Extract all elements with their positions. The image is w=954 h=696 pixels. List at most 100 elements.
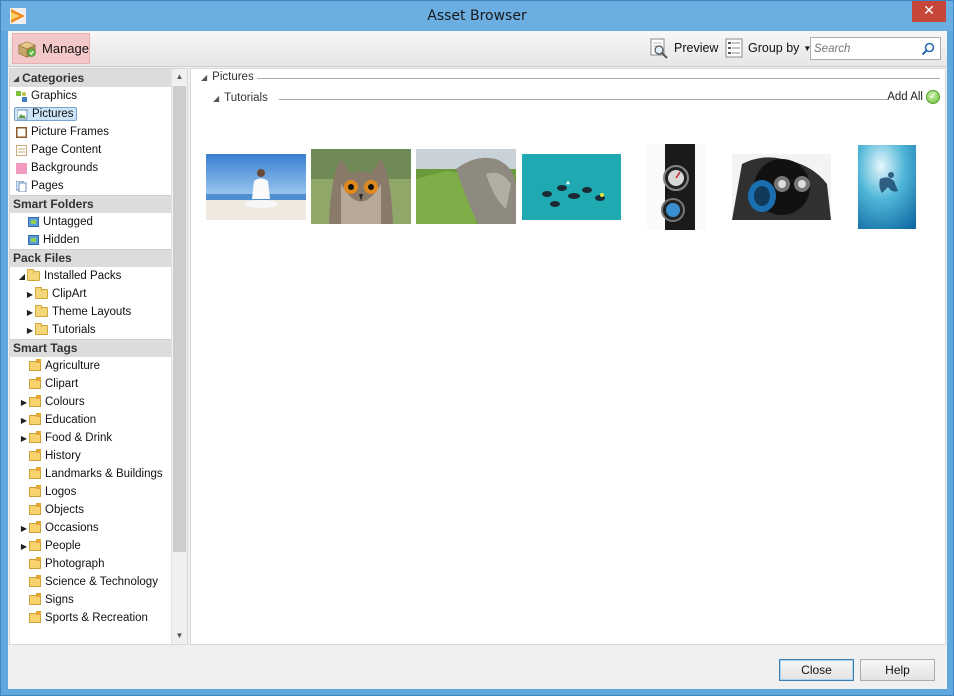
rocky-field-thumbnail[interactable] [416,149,516,224]
sidebar-item-smart-tag[interactable]: ▶ Food & Drink [10,429,171,447]
tag-folder-icon [29,413,41,425]
sidebar-item-smart-tag[interactable]: Sports & Recreation [10,609,171,627]
sidebar-scrollbar[interactable]: ▲ ▼ [171,69,187,644]
asset-browser-window: Asset Browser ✕ Manage Preview Group by … [0,0,954,696]
subgroup-header-tutorials[interactable]: ◢ Tutorials [213,92,268,104]
tag-folder-icon [29,539,41,551]
search-icon[interactable] [920,41,936,57]
sidebar-item-smart-tag[interactable]: ▶ Occasions [10,519,171,537]
manage-box-icon [17,40,37,58]
graphics-icon [16,90,27,102]
sidebar-item-backgrounds[interactable]: Backgrounds [10,159,171,177]
owl-thumbnail[interactable] [311,149,411,224]
window-close-button[interactable]: ✕ [912,1,946,22]
scroll-down-icon[interactable]: ▼ [172,628,187,644]
tag-folder-icon [29,575,41,587]
expand-triangle-icon[interactable]: ▶ [26,290,34,299]
section-header-pack-files[interactable]: Pack Files [10,249,171,267]
sidebar-item-label: Logos [45,486,77,498]
expand-triangle-icon[interactable]: ▶ [20,416,28,425]
collapse-triangle-icon[interactable]: ◢ [18,272,26,281]
expand-triangle-icon[interactable]: ▶ [26,308,34,317]
preview-label: Preview [674,41,719,55]
group-by-button[interactable]: Group by ▼ [724,36,811,60]
collapse-triangle-icon: ◢ [201,72,208,82]
sidebar-item-smart-tag[interactable]: Agriculture [10,357,171,375]
sidebar-item-untagged[interactable]: Untagged [10,213,171,231]
sidebar-item-label: ClipArt [52,288,87,300]
sidebar-item-smart-tag[interactable]: Logos [10,483,171,501]
sidebar-item-label: History [45,450,81,462]
sidebar-item-label: Colours [45,396,85,408]
sidebar-item-label: Tutorials [52,324,96,336]
sidebar-item-hidden[interactable]: Hidden [10,231,171,249]
pictures-icon [17,109,28,119]
sidebar-item-label: Clipart [45,378,79,390]
scroll-up-icon[interactable]: ▲ [172,69,187,85]
help-button[interactable]: Help [860,659,935,681]
manage-label: Manage [42,41,89,56]
folder-icon [35,323,48,335]
sidebar-item-theme-layouts[interactable]: ▶ Theme Layouts [10,303,171,321]
section-header-smart-tags[interactable]: Smart Tags [10,339,171,357]
section-title: Categories [22,70,85,85]
sidebar-item-clipart-pack[interactable]: ▶ ClipArt [10,285,171,303]
sidebar-item-smart-tag[interactable]: Landmarks & Buildings [10,465,171,483]
search-input[interactable] [814,40,920,57]
sidebar-item-tutorials-pack[interactable]: ▶ Tutorials [10,321,171,339]
smart-folder-icon [28,217,39,227]
tag-folder-icon [29,449,41,461]
sidebar-item-smart-tag[interactable]: Signs [10,591,171,609]
diver-blue-thumbnail[interactable] [858,145,916,229]
search-box [810,37,941,60]
sidebar-item-label: Hidden [43,234,80,246]
section-header-smart-folders[interactable]: Smart Folders [10,195,171,213]
tag-folder-icon [29,377,41,389]
sidebar-item-installed-packs[interactable]: ◢ Installed Packs [10,267,171,285]
sidebar-item-label: Pages [31,180,64,192]
preview-button[interactable]: Preview [648,36,718,60]
sidebar-item-pages[interactable]: Pages [10,177,171,195]
sidebar-item-smart-tag[interactable]: Objects [10,501,171,519]
sidebar-item-graphics[interactable]: Graphics [10,87,171,105]
sidebar-item-label: Theme Layouts [52,306,132,318]
categories-sidebar: ◢ Categories Graphics Pictures Picture F… [9,68,188,645]
section-title: Smart Tags [13,341,78,355]
sidebar-item-pictures[interactable]: Pictures [10,105,171,123]
sidebar-item-smart-tag[interactable]: ▶ Colours [10,393,171,411]
preview-magnifier-icon [650,38,668,59]
close-button[interactable]: Close [779,659,854,681]
section-title: Pack Files [13,251,72,265]
sidebar-item-smart-tag[interactable]: Science & Technology [10,573,171,591]
backgrounds-icon [16,162,27,174]
yoga-beach-thumbnail[interactable] [206,154,306,220]
folder-icon [35,287,48,299]
expand-triangle-icon[interactable]: ▶ [20,398,28,407]
add-all-button[interactable]: Add All ✓ [887,90,940,104]
dive-regulator-thumbnail[interactable] [732,154,831,220]
manage-button[interactable]: Manage [12,33,90,64]
scrollbar-thumb[interactable] [173,86,186,552]
group-header-pictures[interactable]: ◢ Pictures [201,71,254,83]
expand-triangle-icon[interactable]: ▶ [20,434,28,443]
sidebar-item-smart-tag[interactable]: Photograph [10,555,171,573]
dive-gauge-thumbnail[interactable] [647,144,706,230]
sidebar-item-page-content[interactable]: Page Content [10,141,171,159]
tag-folder-icon [29,485,41,497]
section-header-categories[interactable]: ◢ Categories [10,69,171,87]
sidebar-item-smart-tag[interactable]: History [10,447,171,465]
title-bar[interactable]: Asset Browser ✕ [1,1,953,31]
sidebar-item-picture-frames[interactable]: Picture Frames [10,123,171,141]
folder-icon [27,269,40,281]
divers-group-thumbnail[interactable] [522,154,621,220]
tag-folder-icon [29,521,41,533]
sidebar-item-smart-tag[interactable]: Clipart [10,375,171,393]
sidebar-item-smart-tag[interactable]: ▶ Education [10,411,171,429]
expand-triangle-icon[interactable]: ▶ [26,326,34,335]
sidebar-item-label: Science & Technology [45,576,158,588]
sidebar-item-smart-tag[interactable]: ▶ People [10,537,171,555]
dialog-footer: Close Help [8,646,947,689]
expand-triangle-icon[interactable]: ▶ [20,524,28,533]
expand-triangle-icon[interactable]: ▶ [20,542,28,551]
section-title: Smart Folders [13,197,94,211]
